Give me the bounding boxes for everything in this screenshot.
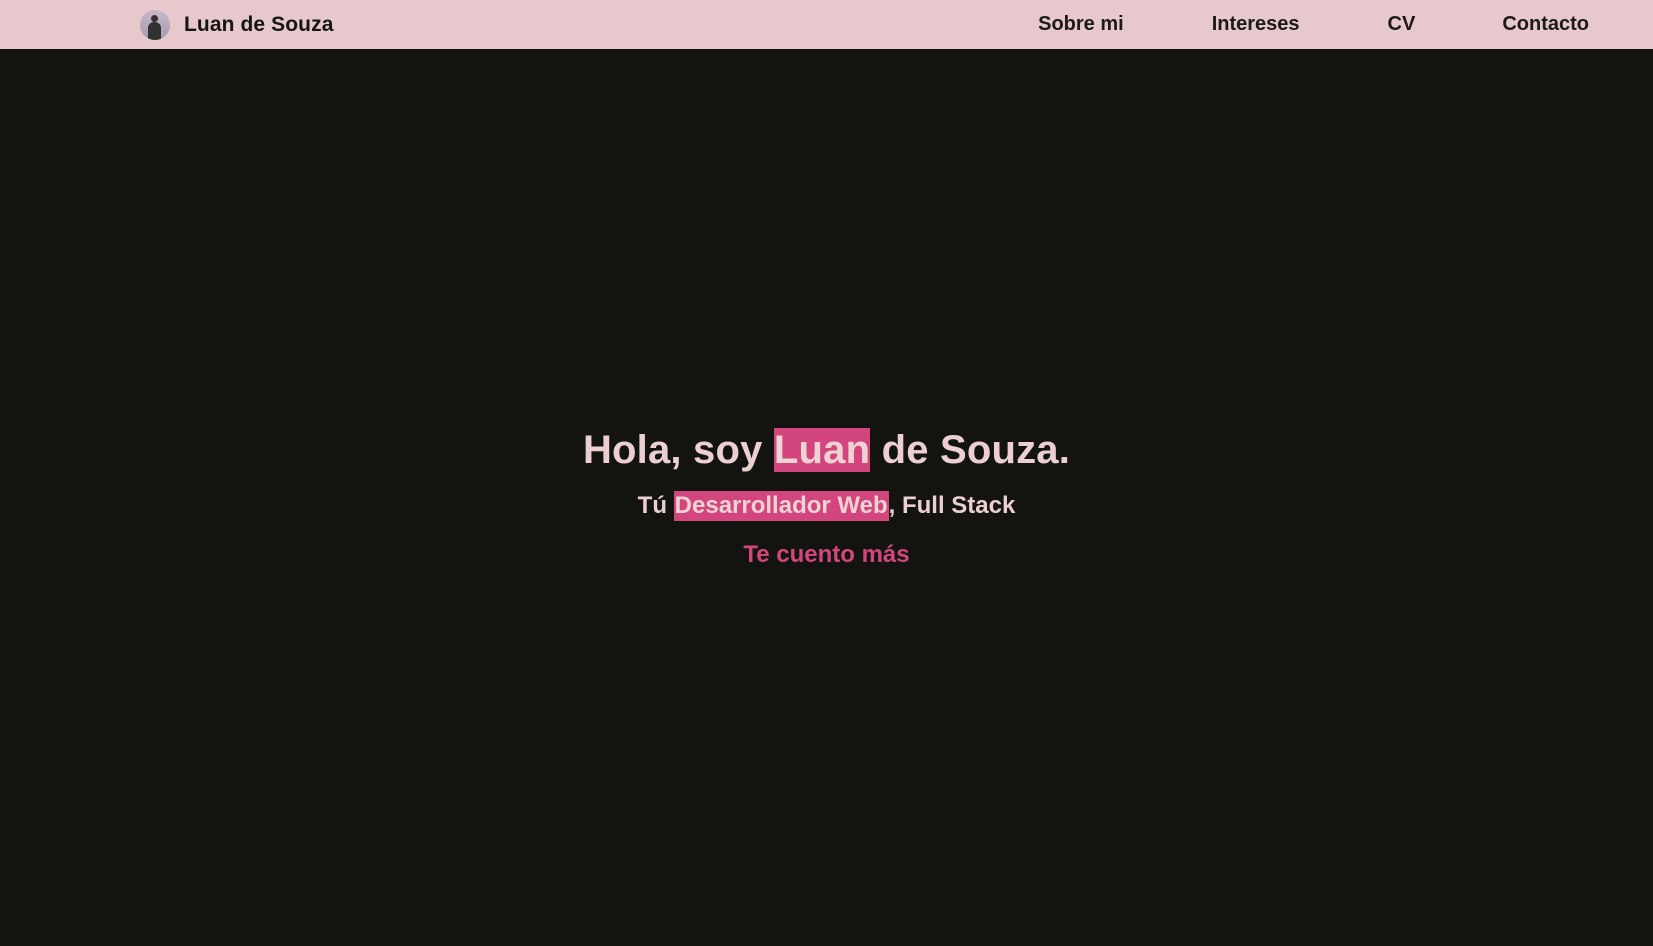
hero-section: Hola, soy Luan de Souza. Tú Desarrollado…: [0, 49, 1653, 946]
nav-link-intereses[interactable]: Intereses: [1212, 13, 1300, 36]
hero-subtitle: Tú Desarrollador Web, Full Stack: [637, 491, 1016, 521]
hero-subtitle-suffix: , Full Stack: [888, 492, 1016, 519]
hero-title-highlight: Luan: [773, 428, 871, 472]
learn-more-link[interactable]: Te cuento más: [743, 540, 909, 570]
brand-name: Luan de Souza: [184, 12, 334, 36]
nav-link-cv[interactable]: CV: [1388, 13, 1416, 36]
nav-link-sobre-mi[interactable]: Sobre mi: [1038, 13, 1124, 36]
hero-title: Hola, soy Luan de Souza.: [583, 425, 1070, 475]
hero-title-prefix: Hola, soy: [582, 428, 774, 472]
brand-link[interactable]: Luan de Souza: [140, 9, 334, 40]
hero-subtitle-prefix: Tú: [637, 492, 674, 519]
nav-links: Sobre mi Intereses CV Contacto: [1038, 0, 1589, 49]
nav-link-contacto[interactable]: Contacto: [1502, 13, 1589, 36]
hero-title-suffix: de Souza.: [870, 428, 1071, 472]
avatar-icon: [140, 9, 170, 40]
top-navigation: Luan de Souza Sobre mi Intereses CV Cont…: [0, 0, 1653, 49]
hero-subtitle-highlight: Desarrollador Web: [673, 491, 889, 521]
